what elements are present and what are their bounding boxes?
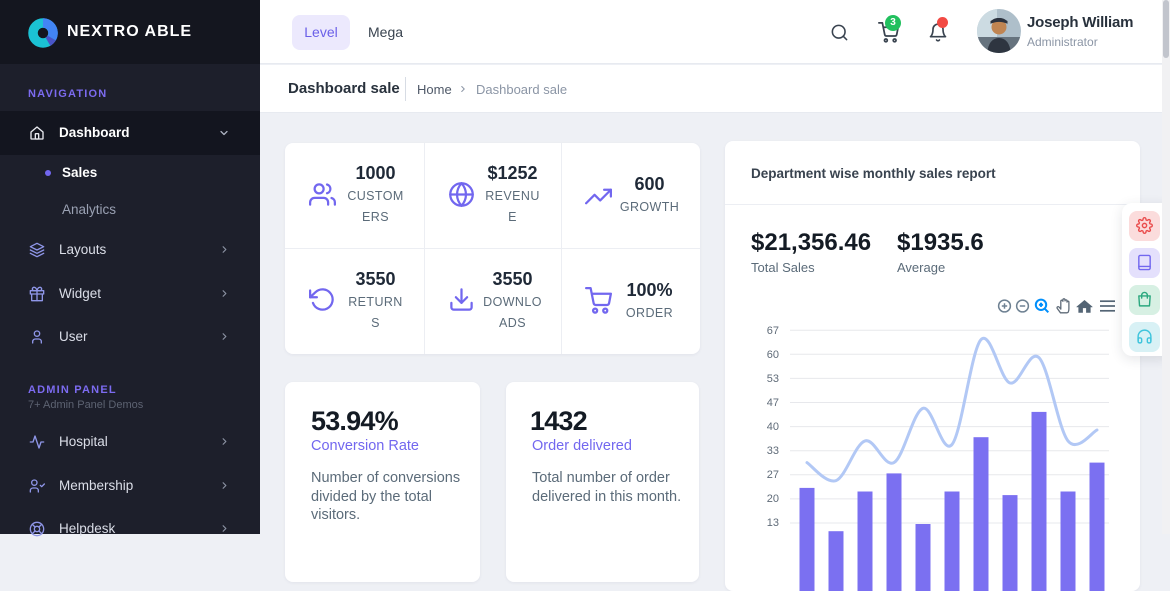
- svg-text:67: 67: [767, 325, 779, 337]
- svg-text:20: 20: [767, 493, 779, 505]
- svg-text:47: 47: [767, 397, 779, 409]
- svg-text:13: 13: [767, 517, 779, 529]
- svg-text:53: 53: [767, 373, 779, 385]
- svg-text:27: 27: [767, 469, 779, 481]
- svg-text:60: 60: [767, 349, 779, 361]
- svg-text:40: 40: [767, 421, 779, 433]
- svg-text:33: 33: [767, 445, 779, 457]
